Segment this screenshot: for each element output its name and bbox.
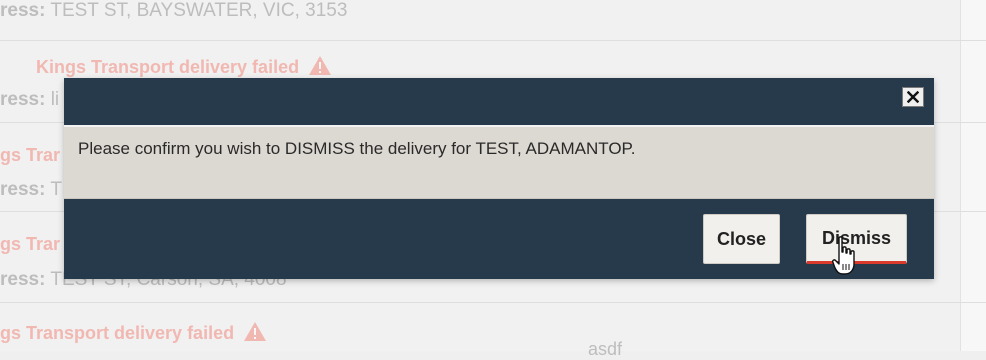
- list-item: ress: TEST ST, BAYSWATER, VIC, 3153: [0, 0, 986, 41]
- dialog-body: Please confirm you wish to DISMISS the d…: [64, 125, 934, 199]
- address-label: ress:: [0, 89, 46, 110]
- list-item: gs Transport delivery failed asdf: [0, 303, 986, 359]
- confirm-dismiss-dialog: Please confirm you wish to DISMISS the d…: [64, 78, 934, 279]
- address-value: li: [50, 89, 60, 110]
- note-text: asdf: [588, 339, 623, 359]
- address-label: ress:: [0, 179, 46, 200]
- delivery-failed-alert[interactable]: gs Transport delivery failed: [0, 323, 234, 343]
- delivery-failed-alert[interactable]: Kings Transport delivery failed: [36, 57, 299, 77]
- hand-cursor-icon: [832, 236, 855, 275]
- row-action[interactable]: [960, 123, 986, 211]
- close-button[interactable]: Close: [703, 214, 780, 264]
- delivery-failed-alert[interactable]: gs Trar: [0, 145, 60, 166]
- dialog-message: Please confirm you wish to DISMISS the d…: [78, 139, 636, 158]
- address-label: ress:: [0, 269, 46, 290]
- row-action[interactable]: [960, 303, 986, 351]
- close-x-icon[interactable]: [902, 87, 924, 107]
- warning-icon: [244, 322, 267, 341]
- close-icon: [907, 91, 919, 103]
- row-action[interactable]: [960, 41, 986, 122]
- row-action[interactable]: [960, 0, 986, 40]
- row-action[interactable]: [960, 212, 986, 302]
- delivery-failed-alert[interactable]: gs Trar: [0, 234, 60, 255]
- address-value: TEST ST, BAYSWATER, VIC, 3153: [50, 0, 348, 21]
- address-label: ress:: [0, 0, 46, 21]
- warning-icon: [309, 56, 332, 75]
- address-value: T: [50, 179, 62, 200]
